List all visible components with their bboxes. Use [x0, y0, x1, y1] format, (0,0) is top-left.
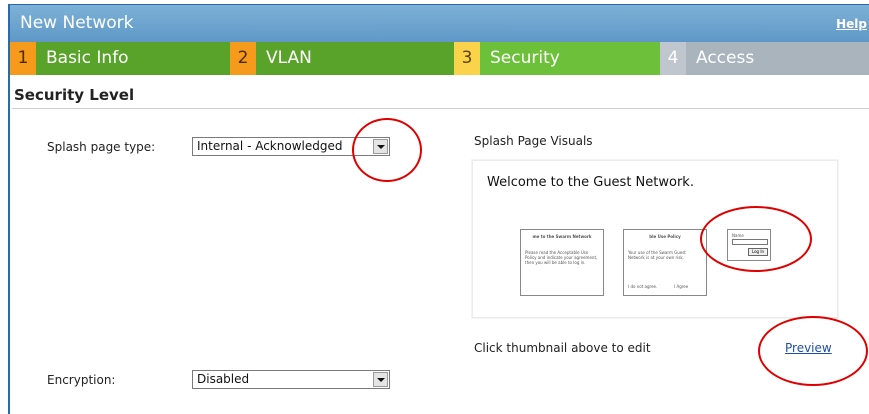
annotation-circle: [758, 316, 868, 386]
splash-visuals-heading: Splash Page Visuals: [474, 134, 593, 148]
welcome-text: Welcome to the Guest Network.: [487, 175, 694, 190]
encryption-label: Encryption:: [47, 373, 116, 387]
step-label: Basic Info: [36, 42, 230, 75]
tab-access[interactable]: 4 Access: [660, 42, 869, 75]
step-number: 3: [454, 42, 480, 75]
title-bar: New Network Help: [10, 5, 869, 42]
step-number: 2: [230, 42, 256, 75]
edit-hint: Click thumbnail above to edit: [474, 341, 651, 355]
agree-option: I Agree: [674, 284, 689, 289]
section-title: Security Level: [14, 86, 135, 104]
annotation-circle: [352, 118, 422, 182]
tab-vlan[interactable]: 2 VLAN: [230, 42, 454, 75]
step-number: 4: [660, 42, 686, 75]
disagree-option: I do not agree.: [628, 284, 658, 289]
step-label: Access: [686, 42, 869, 75]
thumbnail-title: ble Use Policy: [649, 234, 681, 239]
thumbnail-welcome[interactable]: me to the Swarm Network Please read the …: [520, 229, 604, 296]
help-link[interactable]: Help: [836, 17, 867, 31]
section-divider: [12, 108, 869, 109]
tab-basic-info[interactable]: 1 Basic Info: [10, 42, 230, 75]
thumbnail-title: me to the Swarm Network: [532, 234, 592, 239]
step-number: 1: [10, 42, 36, 75]
step-label: VLAN: [256, 42, 454, 75]
dropdown-arrow-icon[interactable]: [373, 372, 388, 387]
thumbnail-policy[interactable]: ble Use Policy Your use of the Swarm Gue…: [623, 229, 707, 296]
wizard-steps: 1 Basic Info 2 VLAN 3 Security 4 Access: [10, 42, 869, 75]
window-title: New Network: [20, 13, 134, 33]
encryption-select[interactable]: Disabled: [192, 370, 390, 389]
thumbnail-body: Please read the Acceptable Use Policy an…: [525, 250, 598, 265]
splash-page-type-value: Internal - Acknowledged: [197, 139, 343, 153]
annotation-circle: [700, 206, 812, 272]
encryption-value: Disabled: [197, 372, 250, 386]
splash-page-type-label: Splash page type:: [47, 140, 156, 154]
tab-security[interactable]: 3 Security: [454, 42, 660, 75]
thumbnail-body: Your use of the Swarm Guest Network is a…: [628, 250, 686, 260]
step-label: Security: [480, 42, 660, 75]
